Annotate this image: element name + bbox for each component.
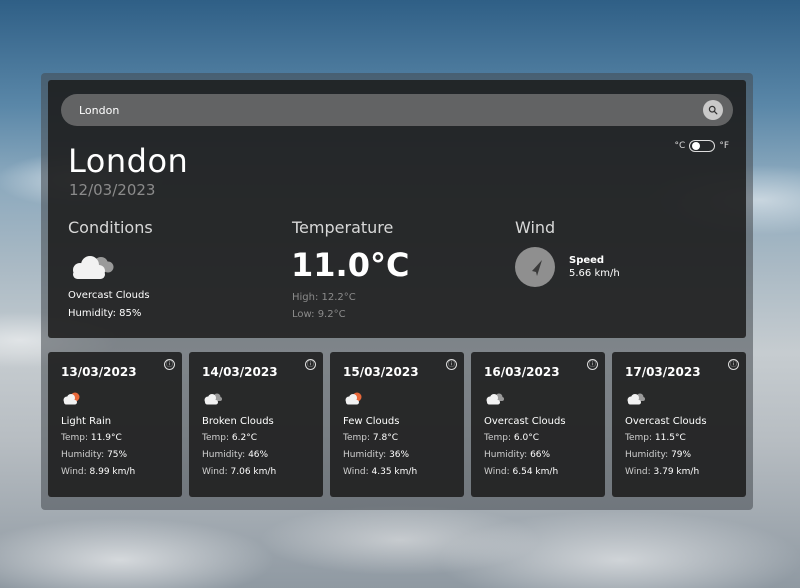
forecast-date: 13/03/2023 xyxy=(61,365,137,379)
few-clouds-icon xyxy=(345,392,362,405)
forecast-temp: Temp: 6.2°C xyxy=(202,433,258,443)
forecast-card[interactable]: 16/03/2023 ⓘ Overcast Clouds Temp: 6.0°C… xyxy=(471,352,605,497)
conditions-title: Conditions xyxy=(68,218,153,237)
forecast-description: Few Clouds xyxy=(343,416,400,427)
info-icon[interactable]: ⓘ xyxy=(305,359,316,370)
forecast-date: 16/03/2023 xyxy=(484,365,560,379)
wind-direction-dial xyxy=(515,247,555,287)
forecast-date: 17/03/2023 xyxy=(625,365,701,379)
current-temperature: 11.0°C xyxy=(291,246,410,284)
forecast-description: Overcast Clouds xyxy=(625,416,707,427)
forecast-card[interactable]: 14/03/2023 ⓘ Broken Clouds Temp: 6.2°C H… xyxy=(189,352,323,497)
search-input[interactable] xyxy=(79,94,679,126)
forecast-description: Broken Clouds xyxy=(202,416,274,427)
overcast-clouds-icon xyxy=(627,393,645,405)
forecast-humidity: Humidity: 46% xyxy=(202,450,269,460)
temperature-high: High: 12.2°C xyxy=(292,292,356,303)
forecast-temp: Temp: 11.9°C xyxy=(61,433,122,443)
forecast-humidity: Humidity: 36% xyxy=(343,450,410,460)
conditions-description: Overcast Clouds xyxy=(68,290,150,301)
info-icon[interactable]: ⓘ xyxy=(164,359,175,370)
forecast-humidity: Humidity: 75% xyxy=(61,450,128,460)
forecast-date: 14/03/2023 xyxy=(202,365,278,379)
forecast-card[interactable]: 13/03/2023 ⓘ Light Rain Temp: 11.9°C Hum… xyxy=(48,352,182,497)
forecast-temp: Temp: 11.5°C xyxy=(625,433,686,443)
temperature-title: Temperature xyxy=(292,218,394,237)
current-weather-panel: °C °F London 12/03/2023 Conditions Tempe… xyxy=(48,80,746,338)
unit-toggle-switch[interactable] xyxy=(689,140,716,152)
current-date: 12/03/2023 xyxy=(69,181,156,199)
light-rain-icon xyxy=(63,392,80,405)
unit-toggle[interactable]: °C °F xyxy=(675,140,729,152)
forecast-wind: Wind: 7.06 km/h xyxy=(202,467,277,477)
forecast-card[interactable]: 17/03/2023 ⓘ Overcast Clouds Temp: 11.5°… xyxy=(612,352,746,497)
forecast-wind: Wind: 3.79 km/h xyxy=(625,467,700,477)
forecast-card[interactable]: 15/03/2023 ⓘ Few Clouds Temp: 7.8°C Humi… xyxy=(330,352,464,497)
wind-direction-icon xyxy=(532,260,542,276)
info-icon[interactable]: ⓘ xyxy=(728,359,739,370)
temperature-low: Low: 9.2°C xyxy=(292,309,346,320)
forecast-date: 15/03/2023 xyxy=(343,365,419,379)
forecast-temp: Temp: 7.8°C xyxy=(343,433,399,443)
search-bar xyxy=(61,94,733,126)
search-button[interactable] xyxy=(703,100,723,120)
forecast-wind: Wind: 8.99 km/h xyxy=(61,467,136,477)
wind-speed-value: 5.66 km/h xyxy=(569,268,620,279)
forecast-wind: Wind: 6.54 km/h xyxy=(484,467,559,477)
forecast-temp: Temp: 6.0°C xyxy=(484,433,540,443)
city-name: London xyxy=(68,142,189,180)
forecast-humidity: Humidity: 79% xyxy=(625,450,692,460)
forecast-description: Light Rain xyxy=(61,416,112,427)
fahrenheit-label: °F xyxy=(719,141,729,151)
conditions-humidity: Humidity: 85% xyxy=(68,308,142,319)
overcast-clouds-icon xyxy=(486,393,504,405)
search-icon xyxy=(708,105,718,115)
broken-clouds-icon xyxy=(204,393,222,405)
overcast-clouds-icon xyxy=(73,256,114,279)
wind-title: Wind xyxy=(515,218,556,237)
wind-speed-label: Speed xyxy=(569,255,605,266)
forecast-humidity: Humidity: 66% xyxy=(484,450,551,460)
info-icon[interactable]: ⓘ xyxy=(587,359,598,370)
info-icon[interactable]: ⓘ xyxy=(446,359,457,370)
celsius-label: °C xyxy=(674,141,686,151)
forecast-wind: Wind: 4.35 km/h xyxy=(343,467,418,477)
forecast-description: Overcast Clouds xyxy=(484,416,566,427)
